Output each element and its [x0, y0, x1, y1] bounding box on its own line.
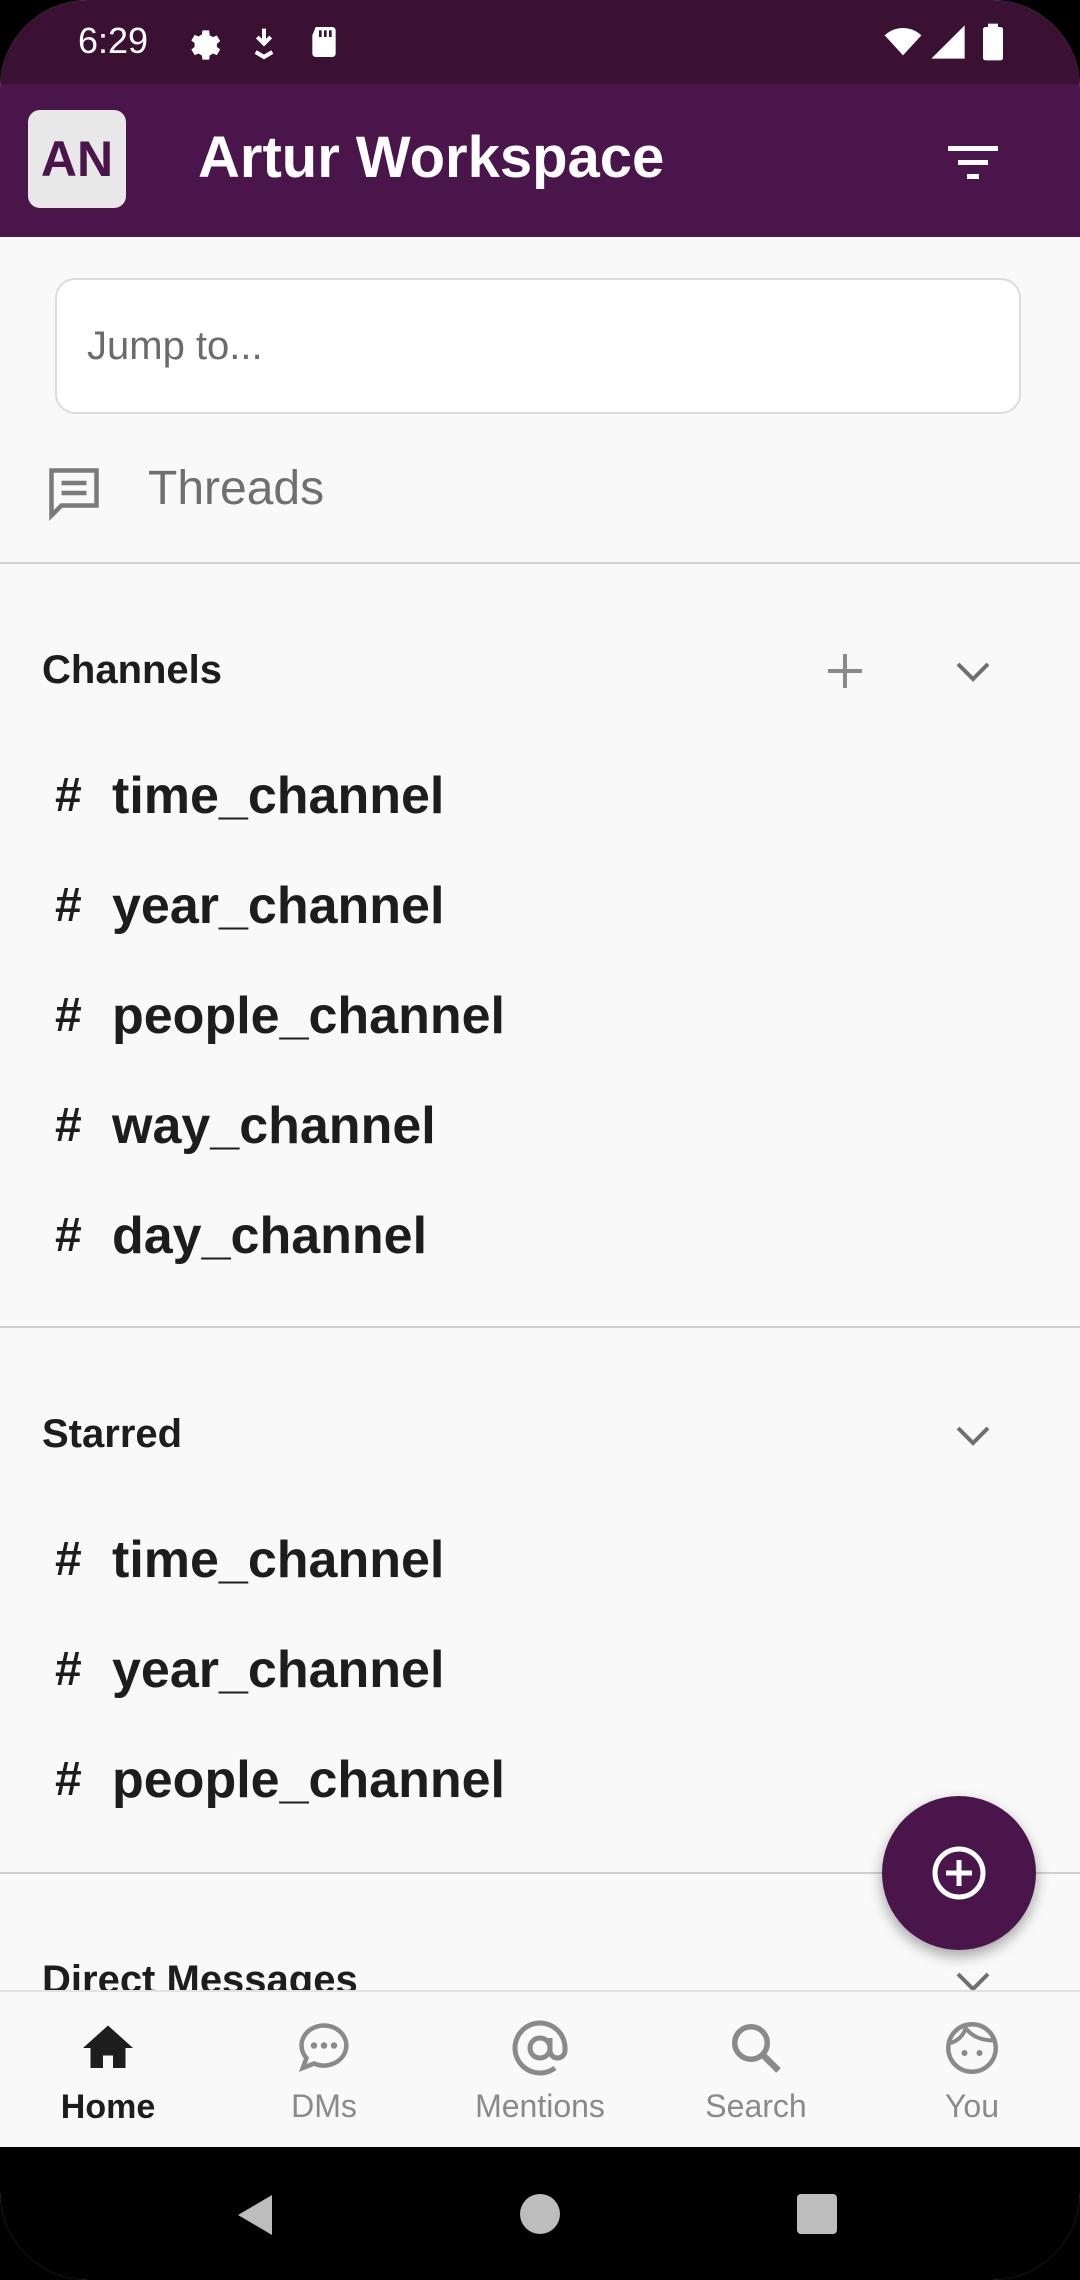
- channel-name: way_channel: [112, 1097, 436, 1155]
- recents-square-icon[interactable]: [796, 2193, 838, 2235]
- channel-name: time_channel: [112, 1531, 445, 1589]
- add-circle-icon: [932, 1846, 986, 1900]
- channel-item[interactable]: # day_channel: [0, 1186, 1080, 1286]
- nav-you[interactable]: You: [864, 1992, 1080, 2149]
- divider: [0, 1326, 1080, 1328]
- system-navigation-bar: [0, 2147, 1080, 2280]
- filter-icon[interactable]: [940, 134, 1006, 190]
- channel-hash-icon: #: [55, 1753, 82, 1806]
- nav-search-label: Search: [705, 2088, 807, 2124]
- search-icon: [732, 2024, 781, 2073]
- status-bar: 6:29: [0, 0, 1080, 84]
- status-time: 6:29: [78, 20, 149, 61]
- nav-mentions[interactable]: Mentions: [432, 1992, 648, 2149]
- sd-card-icon: [312, 27, 336, 57]
- channel-name: year_channel: [112, 1641, 445, 1699]
- channel-name: people_channel: [112, 1751, 505, 1809]
- divider: [0, 562, 1080, 564]
- channel-name: time_channel: [112, 767, 445, 825]
- channels-chevron-down-icon[interactable]: [948, 646, 998, 696]
- settings-gear-icon: [191, 30, 221, 60]
- channel-hash-icon: #: [55, 1643, 82, 1696]
- nav-you-label: You: [945, 2088, 999, 2124]
- channel-item[interactable]: # year_channel: [0, 856, 1080, 956]
- battery-icon: [983, 23, 1003, 61]
- channel-item[interactable]: # way_channel: [0, 1076, 1080, 1176]
- channel-hash-icon: #: [55, 1099, 82, 1152]
- nav-dms[interactable]: DMs: [216, 1992, 432, 2149]
- channel-name: year_channel: [112, 877, 445, 935]
- starred-channel-item[interactable]: # year_channel: [0, 1620, 1080, 1720]
- jump-to-box[interactable]: [55, 278, 1021, 414]
- channel-hash-icon: #: [55, 1209, 82, 1262]
- workspace-title[interactable]: Artur Workspace: [198, 124, 664, 191]
- home-circle-icon[interactable]: [518, 2192, 562, 2236]
- channels-section-title[interactable]: Channels: [42, 648, 222, 693]
- download-icon: [254, 28, 274, 60]
- channel-name: day_channel: [112, 1207, 428, 1265]
- channel-item[interactable]: # time_channel: [0, 746, 1080, 846]
- channel-hash-icon: #: [55, 989, 82, 1042]
- nav-home-label: Home: [60, 2088, 156, 2126]
- add-channel-icon[interactable]: [820, 646, 870, 696]
- threads-row[interactable]: Threads: [0, 445, 1080, 560]
- channel-item[interactable]: # people_channel: [0, 966, 1080, 1066]
- profile-face-icon: [946, 2022, 998, 2074]
- nav-home[interactable]: Home: [0, 1992, 216, 2149]
- nav-dms-label: DMs: [291, 2088, 357, 2124]
- jump-to-input[interactable]: [57, 280, 1019, 412]
- home-icon: [83, 2025, 133, 2068]
- nav-search[interactable]: Search: [648, 1992, 864, 2149]
- app-header: AN Artur Workspace: [0, 84, 1080, 237]
- channel-hash-icon: #: [55, 1533, 82, 1586]
- compose-fab-button[interactable]: [882, 1796, 1036, 1950]
- threads-icon: [49, 468, 99, 521]
- channel-hash-icon: #: [55, 769, 82, 822]
- threads-label: Threads: [148, 462, 325, 515]
- channel-name: people_channel: [112, 987, 505, 1045]
- app-screen: 6:29 AN Artur Workspace Jump to... Threa…: [0, 0, 1080, 2280]
- nav-mentions-label: Mentions: [475, 2088, 605, 2124]
- starred-section-title[interactable]: Starred: [42, 1412, 182, 1457]
- starred-channel-item[interactable]: # time_channel: [0, 1510, 1080, 1610]
- bottom-navigation: Home DMs Mentions Search You: [0, 1990, 1080, 2149]
- wifi-icon: [884, 28, 922, 56]
- at-sign-icon: [512, 2020, 568, 2076]
- workspace-avatar[interactable]: AN: [28, 110, 126, 208]
- cell-signal-icon: [931, 25, 965, 59]
- back-triangle-icon[interactable]: [232, 2191, 280, 2239]
- chat-bubble-icon: [298, 2023, 349, 2072]
- channel-hash-icon: #: [55, 879, 82, 932]
- starred-chevron-down-icon[interactable]: [948, 1410, 998, 1460]
